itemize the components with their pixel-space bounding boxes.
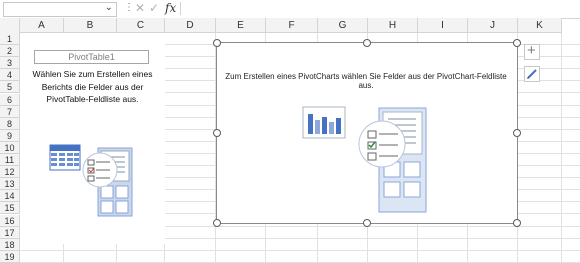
column-header-e[interactable]: E <box>216 18 266 33</box>
column-header-k[interactable]: K <box>518 18 562 33</box>
resize-handle[interactable] <box>513 219 521 227</box>
plus-icon: + <box>527 42 536 59</box>
grid-line <box>20 249 580 251</box>
name-box[interactable]: ⌄ <box>3 2 117 17</box>
column-header-a[interactable]: A <box>20 18 64 33</box>
enter-icon[interactable]: ✓ <box>149 1 159 15</box>
pivot-table-name: PivotTable1 <box>34 50 149 64</box>
row-header-1[interactable]: 1 <box>0 33 20 45</box>
chevron-down-icon[interactable]: ⌄ <box>105 2 113 13</box>
resize-handle[interactable] <box>363 39 371 47</box>
column-header-b[interactable]: B <box>64 18 117 33</box>
column-header-h[interactable]: H <box>368 18 418 33</box>
resize-handle[interactable] <box>513 39 521 47</box>
row-header-11[interactable]: 11 <box>0 154 20 166</box>
pivot-chart-instruction: Zum Erstellen eines PivotCharts wählen S… <box>225 72 507 90</box>
row-header-2[interactable]: 2 <box>0 45 20 58</box>
resize-handle[interactable] <box>513 129 521 137</box>
column-header-i[interactable]: I <box>418 18 468 33</box>
resize-handle[interactable] <box>213 219 221 227</box>
pivot-table-illustration-icon <box>49 144 133 217</box>
row-header-3[interactable]: 3 <box>0 57 20 70</box>
resize-handle[interactable] <box>213 129 221 137</box>
row-header-8[interactable]: 8 <box>0 117 20 130</box>
row-header-16[interactable]: 16 <box>0 214 20 227</box>
row-header-19[interactable]: 19 <box>0 250 20 263</box>
row-header-7[interactable]: 7 <box>0 105 20 118</box>
row-header-5[interactable]: 5 <box>0 81 20 94</box>
select-all-corner[interactable] <box>0 18 20 34</box>
brush-icon <box>527 69 537 79</box>
formula-bar: ⌄ ⋮ ✕ ✓ fx <box>0 0 580 19</box>
cancel-icon[interactable]: ✕ <box>135 1 145 15</box>
row-header-12[interactable]: 12 <box>0 166 20 179</box>
formula-input[interactable] <box>180 2 579 15</box>
pivot-table-instruction: Wählen Sie zum Erstellen eines Berichts … <box>32 69 153 104</box>
chart-elements-button[interactable]: + <box>524 42 540 60</box>
row-header-18[interactable]: 18 <box>0 238 20 251</box>
formula-bar-grip-icon: ⋮ <box>124 2 134 13</box>
resize-handle[interactable] <box>363 219 371 227</box>
resize-handle[interactable] <box>213 39 221 47</box>
row-header-13[interactable]: 13 <box>0 178 20 191</box>
row-header-15[interactable]: 15 <box>0 202 20 215</box>
column-header-g[interactable]: G <box>318 18 368 33</box>
row-header-4[interactable]: 4 <box>0 69 20 82</box>
column-header-c[interactable]: C <box>117 18 165 33</box>
pivot-chart-illustration-icon <box>302 106 427 213</box>
row-header-9[interactable]: 9 <box>0 129 20 142</box>
row-header-17[interactable]: 17 <box>0 226 20 239</box>
row-header-6[interactable]: 6 <box>0 93 20 106</box>
column-header-d[interactable]: D <box>165 18 216 33</box>
chart-styles-button[interactable] <box>524 66 540 82</box>
column-header-f[interactable]: F <box>266 18 318 33</box>
column-header-j[interactable]: J <box>468 18 518 33</box>
row-header-14[interactable]: 14 <box>0 190 20 203</box>
row-header-10[interactable]: 10 <box>0 141 20 154</box>
insert-function-icon[interactable]: fx <box>165 1 176 15</box>
